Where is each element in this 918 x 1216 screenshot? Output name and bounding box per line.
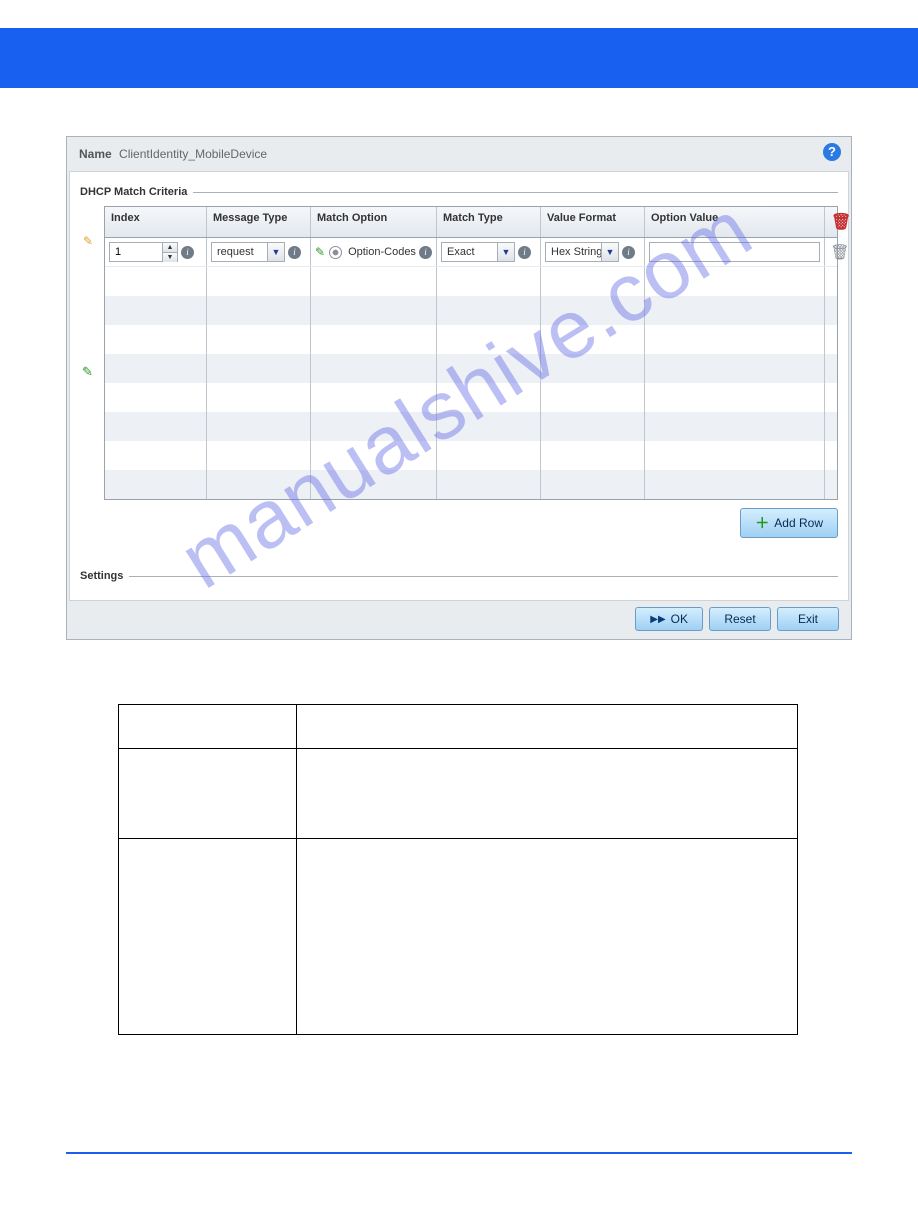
radio-icon[interactable] [329,246,342,259]
footer-rule [66,1152,852,1154]
spinner-down-icon[interactable]: ▼ [163,253,177,262]
chevron-down-icon[interactable]: ▼ [601,243,618,261]
exit-button[interactable]: Exit [777,607,839,631]
spinner-up-icon[interactable]: ▲ [163,243,177,253]
info-icon[interactable]: i [518,246,531,259]
table-row [119,839,798,1035]
cell-index: ▲ ▼ i [105,238,207,266]
info-icon[interactable]: i [288,246,301,259]
cell-value-format: Hex String ▼ i [541,238,645,266]
dhcp-fieldset-header: DHCP Match Criteria [80,186,838,198]
cell-row-delete: 🗑 [825,238,855,266]
dhcp-title: DHCP Match Criteria [80,186,187,198]
exit-label: Exit [798,612,818,626]
col-match-option: Match Option [311,207,437,237]
panel-footer: ▶▶ OK Reset Exit [69,601,849,637]
plus-icon: ＋ [755,513,769,533]
reset-label: Reset [724,612,755,626]
top-banner [0,28,918,88]
info-icon[interactable]: i [622,246,635,259]
config-panel: Name ClientIdentity_MobileDevice ? DHCP … [66,136,852,640]
reset-button[interactable]: Reset [709,607,771,631]
message-type-value: request [212,243,267,261]
match-type-value: Exact [442,243,497,261]
dhcp-grid: Index Message Type Match Option Match Ty… [104,206,838,500]
description-table [118,704,798,1035]
col-value-format: Value Format [541,207,645,237]
add-row-label: Add Row [774,516,823,530]
grid-edit-icon[interactable]: ✎ [82,364,93,380]
info-icon[interactable]: i [419,246,432,259]
value-format-value: Hex String [546,243,601,261]
index-input[interactable] [110,243,162,261]
fast-forward-icon: ▶▶ [650,614,665,625]
ok-label: OK [671,612,688,626]
chevron-down-icon[interactable]: ▼ [497,243,514,261]
ok-button[interactable]: ▶▶ OK [635,607,703,631]
add-row-wrap: ＋ Add Row [104,508,838,538]
col-option-value: Option Value [645,207,825,237]
row-edit-icon[interactable]: ✎ [83,234,93,248]
help-icon[interactable]: ? [823,143,841,161]
pencil-icon[interactable]: ✎ [315,245,325,259]
index-spinner[interactable]: ▲ ▼ [109,242,178,262]
table-row [119,749,798,839]
panel-header: Name ClientIdentity_MobileDevice ? [69,139,849,171]
cell-match-option: ✎ Option-Codes i [311,238,437,266]
col-delete: 🗑 [825,207,855,237]
col-index: Index [105,207,207,237]
delete-row-icon[interactable]: 🗑 [830,243,849,261]
match-option-value: Option-Codes [348,246,416,258]
panel-body: DHCP Match Criteria ✎ ✎ Index Message Ty… [69,171,849,601]
chevron-down-icon[interactable]: ▼ [267,243,284,261]
value-format-dropdown[interactable]: Hex String ▼ [545,242,619,262]
col-message-type: Message Type [207,207,311,237]
info-icon[interactable]: i [181,246,194,259]
option-value-input[interactable] [649,242,820,262]
cell-message-type: request ▼ i [207,238,311,266]
grid-data-row: ▲ ▼ i request ▼ i ✎ [105,238,837,266]
cell-match-type: Exact ▼ i [437,238,541,266]
cell-option-value [645,238,825,266]
settings-fieldset-header: Settings [80,570,838,582]
col-match-type: Match Type [437,207,541,237]
delete-all-icon[interactable]: 🗑 [831,214,851,231]
add-row-button[interactable]: ＋ Add Row [740,508,838,538]
match-type-dropdown[interactable]: Exact ▼ [441,242,515,262]
dhcp-grid-wrapper: ✎ ✎ Index Message Type Match Option Matc… [104,206,838,500]
empty-rows [105,266,837,499]
table-row [119,705,798,749]
name-label: Name [79,147,112,161]
settings-title: Settings [80,570,123,582]
message-type-dropdown[interactable]: request ▼ [211,242,285,262]
grid-header-row: Index Message Type Match Option Match Ty… [105,207,837,238]
name-value: ClientIdentity_MobileDevice [119,147,267,161]
